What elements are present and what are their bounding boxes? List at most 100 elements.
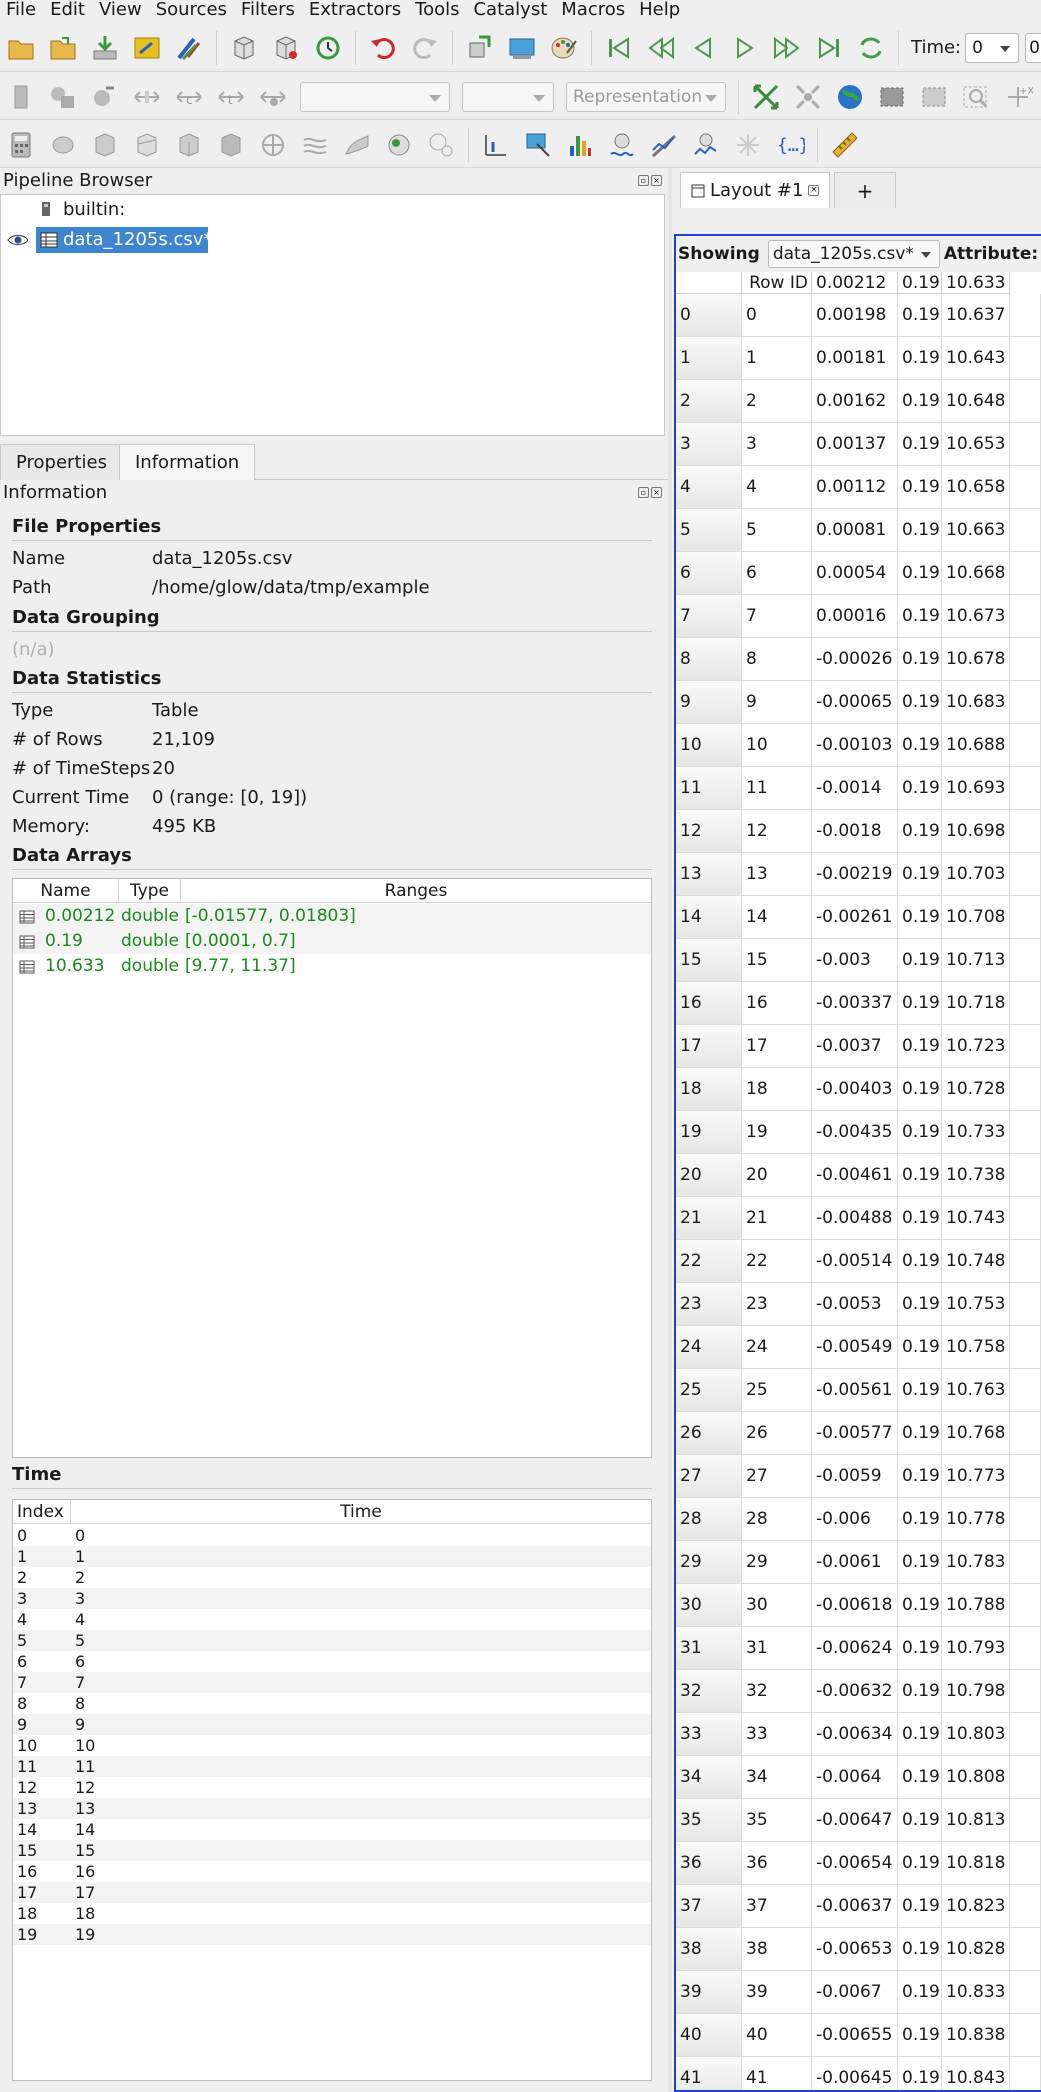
cell-col-b[interactable]: 0.19 xyxy=(898,1369,942,1412)
loop-icon[interactable] xyxy=(854,31,888,65)
cell-empty[interactable] xyxy=(1010,552,1041,595)
cell-col-b[interactable]: 0.19 xyxy=(898,1670,942,1713)
showing-select[interactable]: data_1205s.csv* xyxy=(767,240,940,268)
cell-row-id[interactable]: 21 xyxy=(742,1197,812,1240)
cell-empty[interactable] xyxy=(1010,1068,1041,1111)
menu-tools[interactable]: Tools xyxy=(408,0,466,20)
cell-col-b[interactable]: 0.19 xyxy=(898,1455,942,1498)
cell-col-a[interactable]: -0.00219 xyxy=(812,853,898,896)
histogram-icon[interactable] xyxy=(563,128,597,162)
table-row[interactable]: 11 11 -0.0014 0.19 10.693 xyxy=(676,767,1041,810)
tab-properties[interactable]: Properties xyxy=(0,444,123,480)
cell-col-c[interactable]: 10.833 xyxy=(942,1971,1010,2014)
save-state-icon[interactable] xyxy=(269,31,303,65)
cell-col-a[interactable]: -0.0014 xyxy=(812,767,898,810)
redo-icon[interactable] xyxy=(408,31,442,65)
cell-empty[interactable] xyxy=(1010,767,1041,810)
cell-col-c[interactable]: 10.688 xyxy=(942,724,1010,767)
table-row[interactable]: 4 4 0.00112 0.19 10.658 xyxy=(676,466,1041,509)
table-row[interactable]: 0 0 0.00198 0.19 10.637 xyxy=(676,294,1041,337)
cell-col-c[interactable]: 10.823 xyxy=(942,1885,1010,1928)
cell-empty[interactable] xyxy=(1010,1627,1041,1670)
cell-empty[interactable] xyxy=(1010,1369,1041,1412)
table-row[interactable]: 37 37 -0.00637 0.19 10.823 xyxy=(676,1885,1041,1928)
glyph-icon[interactable] xyxy=(256,128,290,162)
table-row[interactable]: 26 26 -0.00577 0.19 10.768 xyxy=(676,1412,1041,1455)
cell-col-b[interactable]: 0.19 xyxy=(898,1326,942,1369)
menu-file[interactable]: File xyxy=(0,0,43,20)
cell-empty[interactable] xyxy=(1010,1498,1041,1541)
table-row[interactable]: 38 38 -0.00653 0.19 10.828 xyxy=(676,1928,1041,1971)
menu-sources[interactable]: Sources xyxy=(149,0,234,20)
cell-col-a[interactable]: -0.00655 xyxy=(812,2014,898,2057)
row-header[interactable]: 14 xyxy=(676,896,742,939)
cell-empty[interactable] xyxy=(1010,1971,1041,2014)
cell-col-c[interactable]: 10.718 xyxy=(942,982,1010,1025)
cell-col-c[interactable]: 10.753 xyxy=(942,1283,1010,1326)
table-row[interactable]: 12 12 -0.0018 0.19 10.698 xyxy=(676,810,1041,853)
table-row[interactable]: 20 20 -0.00461 0.19 10.738 xyxy=(676,1154,1041,1197)
row-header[interactable]: 17 xyxy=(676,1025,742,1068)
cell-col-c[interactable]: 10.758 xyxy=(942,1326,1010,1369)
cell-col-c[interactable]: 10.658 xyxy=(942,466,1010,509)
column-header-col-c[interactable]: 10.633 xyxy=(942,272,1010,294)
cell-row-id[interactable]: 16 xyxy=(742,982,812,1025)
table-row[interactable]: 29 29 -0.0061 0.19 10.783 xyxy=(676,1541,1041,1584)
cell-row-id[interactable]: 18 xyxy=(742,1068,812,1111)
table-row[interactable]: 1 1 0.00181 0.19 10.643 xyxy=(676,337,1041,380)
cell-col-a[interactable]: -0.0067 xyxy=(812,1971,898,2014)
cell-col-c[interactable]: 10.763 xyxy=(942,1369,1010,1412)
cell-col-a[interactable]: -0.00435 xyxy=(812,1111,898,1154)
row-header[interactable]: 38 xyxy=(676,1928,742,1971)
cell-empty[interactable] xyxy=(1010,1885,1041,1928)
cell-empty[interactable] xyxy=(1010,1197,1041,1240)
cell-empty[interactable] xyxy=(1010,380,1041,423)
cell-col-a[interactable]: -0.00653 xyxy=(812,1928,898,1971)
menu-edit[interactable]: Edit xyxy=(43,0,92,20)
row-header[interactable]: 0 xyxy=(676,294,742,337)
table-row[interactable]: 11 11 xyxy=(13,1756,651,1777)
clip-icon[interactable] xyxy=(88,128,122,162)
stream-tracer-icon[interactable] xyxy=(298,128,332,162)
cell-col-b[interactable]: 0.19 xyxy=(898,1025,942,1068)
cell-col-b[interactable]: 0.19 xyxy=(898,423,942,466)
cell-col-b[interactable]: 0.19 xyxy=(898,1756,942,1799)
cell-col-b[interactable]: 0.19 xyxy=(898,767,942,810)
rescale-temporal-icon[interactable]: t xyxy=(214,80,248,114)
pipeline-item-data-file[interactable]: data_1205s.csv* xyxy=(7,227,212,253)
cell-col-c[interactable]: 10.648 xyxy=(942,380,1010,423)
table-row[interactable]: 10 10 xyxy=(13,1735,651,1756)
cell-col-c[interactable]: 10.828 xyxy=(942,1928,1010,1971)
row-header[interactable]: 33 xyxy=(676,1713,742,1756)
cell-col-a[interactable]: -0.0018 xyxy=(812,810,898,853)
row-header[interactable]: 13 xyxy=(676,853,742,896)
cell-col-a[interactable]: -0.00337 xyxy=(812,982,898,1025)
close-panel-icon[interactable]: × xyxy=(651,487,662,498)
cell-col-a[interactable]: -0.00488 xyxy=(812,1197,898,1240)
row-header[interactable]: 4 xyxy=(676,466,742,509)
cell-col-b[interactable]: 0.19 xyxy=(898,1498,942,1541)
cell-row-id[interactable]: 32 xyxy=(742,1670,812,1713)
cell-col-c[interactable]: 10.683 xyxy=(942,681,1010,724)
cell-empty[interactable] xyxy=(1010,724,1041,767)
cell-col-c[interactable]: 10.783 xyxy=(942,1541,1010,1584)
row-header[interactable]: 10 xyxy=(676,724,742,767)
table-row[interactable]: 39 39 -0.0067 0.19 10.833 xyxy=(676,1971,1041,2014)
zoom-select-icon[interactable] xyxy=(959,80,993,114)
cell-col-a[interactable]: -0.00549 xyxy=(812,1326,898,1369)
screenshot-icon[interactable] xyxy=(505,31,539,65)
cell-empty[interactable] xyxy=(1010,939,1041,982)
cell-col-c[interactable]: 10.713 xyxy=(942,939,1010,982)
set-view-direction-icon[interactable]: +X xyxy=(1001,80,1035,114)
cell-row-id[interactable]: 5 xyxy=(742,509,812,552)
time-select[interactable]: 0 xyxy=(965,32,1020,63)
cell-row-id[interactable]: 40 xyxy=(742,2014,812,2057)
row-header[interactable]: 39 xyxy=(676,1971,742,2014)
connect-icon[interactable] xyxy=(130,31,164,65)
cell-empty[interactable] xyxy=(1010,1283,1041,1326)
cell-empty[interactable] xyxy=(1010,1412,1041,1455)
table-row[interactable]: 35 35 -0.00647 0.19 10.813 xyxy=(676,1799,1041,1842)
row-header[interactable]: 22 xyxy=(676,1240,742,1283)
table-row[interactable]: 16 16 -0.00337 0.19 10.718 xyxy=(676,982,1041,1025)
cell-row-id[interactable]: 11 xyxy=(742,767,812,810)
